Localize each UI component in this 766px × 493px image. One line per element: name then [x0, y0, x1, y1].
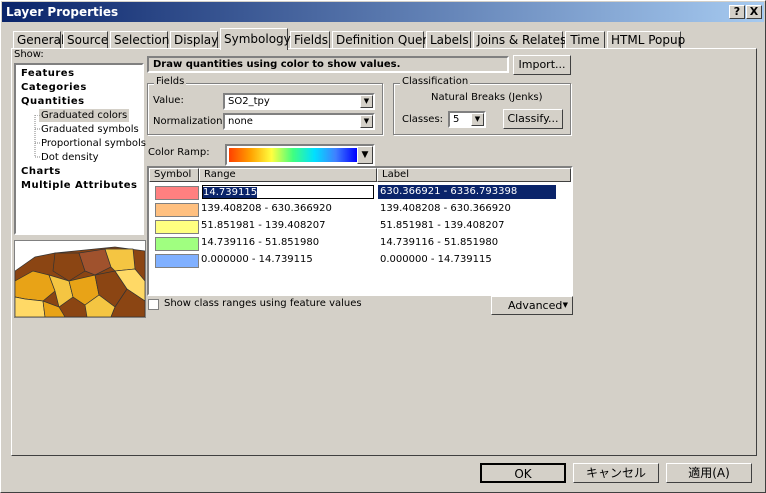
tree-item-graduated-colors[interactable]: Graduated colors: [39, 109, 130, 122]
tab-symbology[interactable]: Symbology: [220, 28, 291, 50]
class-symbol-swatch[interactable]: [155, 203, 199, 217]
show-class-ranges-label: Show class ranges using feature values: [164, 298, 362, 309]
label-cell[interactable]: 51.851981 - 139.408207: [380, 219, 504, 233]
tab-time[interactable]: Time: [565, 31, 605, 49]
color-ramp-label: Color Ramp:: [148, 147, 210, 158]
advanced-button-label: Advanced: [508, 299, 563, 312]
range-cell[interactable]: 14.739116 - 51.851980: [201, 236, 319, 250]
range-cell-selected-text: 14.739115: [203, 187, 258, 198]
tab-fields[interactable]: Fields: [290, 31, 330, 49]
tree-item-features[interactable]: Features: [21, 67, 75, 80]
value-label: Value:: [153, 95, 184, 106]
column-header-label[interactable]: Label: [377, 168, 571, 182]
range-edit-field[interactable]: 14.739115: [202, 185, 374, 199]
map-preview-graphic: [15, 241, 145, 317]
tree-item-categories[interactable]: Categories: [21, 81, 87, 94]
apply-button[interactable]: 適用(A): [666, 463, 752, 483]
tab-labels[interactable]: Labels: [426, 31, 471, 49]
value-field-selected: SO2_tpy: [228, 96, 270, 107]
help-button[interactable]: ?: [729, 5, 745, 19]
close-button[interactable]: X: [746, 5, 762, 19]
normalization-field-select[interactable]: none ▼: [223, 113, 375, 130]
title-bar: Layer Properties ? X: [2, 2, 764, 22]
map-preview-thumbnail: [14, 240, 146, 318]
tree-connector-lines: [34, 115, 41, 158]
import-button[interactable]: Import...: [513, 55, 571, 75]
classification-group-title: Classification: [400, 76, 471, 87]
tab-definition-query[interactable]: Definition Query: [332, 31, 434, 49]
label-cell[interactable]: 630.366921 - 6336.793398: [378, 185, 556, 199]
window-title: Layer Properties: [6, 5, 119, 19]
color-ramp-select[interactable]: ▼: [225, 144, 375, 166]
tab-html-popup[interactable]: HTML Popup: [607, 31, 685, 49]
tree-item-quantities[interactable]: Quantities: [21, 95, 85, 108]
label-cell[interactable]: 14.739116 - 51.851980: [380, 236, 498, 250]
tab-selection[interactable]: Selection: [110, 31, 169, 49]
color-ramp-dropdown-arrow-icon[interactable]: ▼: [357, 146, 373, 164]
tree-item-dot-density[interactable]: Dot density: [41, 151, 99, 164]
tab-source[interactable]: Source: [63, 31, 108, 49]
column-header-range[interactable]: Range: [199, 168, 377, 182]
layer-properties-window: Layer Properties ? X General Source Sele…: [0, 0, 766, 493]
classes-label: Classes:: [402, 114, 444, 125]
normalization-label: Normalization:: [153, 116, 226, 127]
class-table: Symbol Range Label 14.739115 630.366921 …: [147, 166, 573, 296]
classes-count-selected: 5: [453, 114, 460, 125]
classify-button[interactable]: Classify...: [503, 109, 563, 129]
label-cell[interactable]: 0.000000 - 14.739115: [380, 253, 492, 267]
renderer-description: Draw quantities using color to show valu…: [147, 56, 509, 73]
range-cell[interactable]: 139.408208 - 630.366920: [201, 202, 332, 216]
value-dropdown-arrow-icon[interactable]: ▼: [360, 95, 373, 108]
class-symbol-swatch[interactable]: [155, 220, 199, 234]
normalization-field-selected: none: [228, 116, 253, 127]
show-label: Show:: [14, 49, 44, 60]
classes-dropdown-arrow-icon[interactable]: ▼: [471, 113, 484, 126]
ok-button[interactable]: OK: [480, 463, 566, 483]
tab-joins-relates[interactable]: Joins & Relates: [473, 31, 566, 49]
value-field-select[interactable]: SO2_tpy ▼: [223, 93, 375, 110]
class-symbol-swatch[interactable]: [155, 237, 199, 251]
range-cell[interactable]: 51.851981 - 139.408207: [201, 219, 325, 233]
show-class-ranges-checkbox[interactable]: [148, 299, 159, 310]
cancel-button[interactable]: キャンセル: [573, 463, 659, 483]
advanced-button[interactable]: Advanced ▼: [491, 296, 573, 315]
class-symbol-swatch[interactable]: [155, 254, 199, 268]
renderer-tree: Features Categories Quantities Graduated…: [14, 63, 146, 235]
tree-item-proportional-symbols[interactable]: Proportional symbols: [41, 137, 146, 150]
tree-item-graduated-symbols[interactable]: Graduated symbols: [41, 123, 139, 136]
classification-method: Natural Breaks (Jenks): [431, 92, 543, 103]
classes-count-select[interactable]: 5 ▼: [448, 111, 486, 128]
column-header-symbol[interactable]: Symbol: [149, 168, 199, 182]
class-symbol-swatch[interactable]: [155, 186, 199, 200]
color-ramp-swatch: [229, 148, 357, 162]
label-cell[interactable]: 139.408208 - 630.366920: [380, 202, 511, 216]
tab-general[interactable]: General: [13, 31, 64, 49]
range-cell[interactable]: 0.000000 - 14.739115: [201, 253, 313, 267]
tab-display[interactable]: Display: [170, 31, 218, 49]
normalization-dropdown-arrow-icon[interactable]: ▼: [360, 115, 373, 128]
advanced-dropdown-arrow-icon: ▼: [562, 301, 568, 309]
fields-group-title: Fields: [154, 76, 187, 87]
